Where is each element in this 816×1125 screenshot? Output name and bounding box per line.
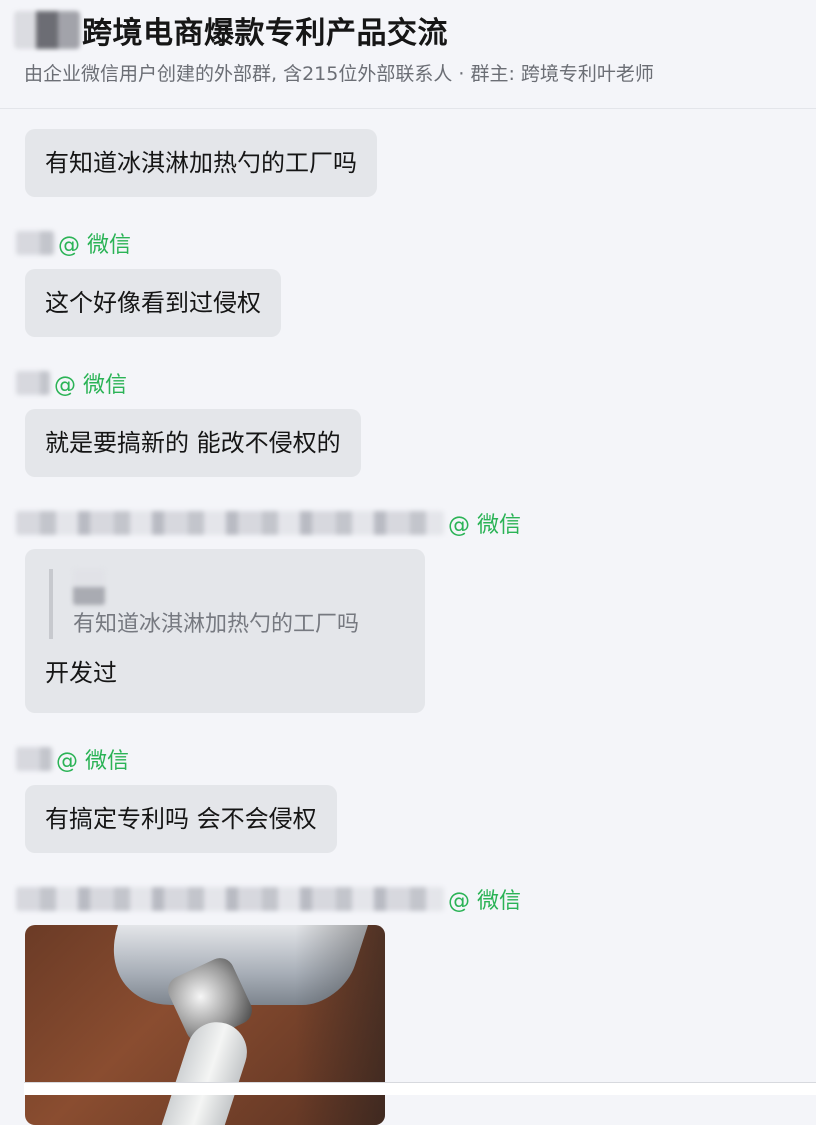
message-bubble-5[interactable]: 有搞定专利吗 会不会侵权 [25, 785, 337, 853]
message-bubble-1[interactable]: 有知道冰淇淋加热勺的工厂吗 [25, 129, 377, 197]
sender-name-blurred [16, 231, 54, 255]
message-text: 有知道冰淇淋加热勺的工厂吗 [45, 149, 357, 177]
message-text: 就是要搞新的 能改不侵权的 [45, 429, 341, 457]
sender-name-blurred [16, 371, 50, 395]
chat-header: 跨境电商爆款专利产品交流 由企业微信用户创建的外部群, 含215位外部联系人 ·… [0, 0, 816, 109]
group-subtitle: 由企业微信用户创建的外部群, 含215位外部联系人 · 群主: 跨境专利叶老师 [24, 63, 654, 85]
message-bubble-2[interactable]: 这个好像看到过侵权 [25, 269, 281, 337]
wechat-tag: @ 微信 [54, 373, 127, 398]
message-text: 开发过 [45, 659, 117, 687]
quoted-sender-blurred [73, 569, 105, 605]
message-text: 这个好像看到过侵权 [45, 289, 261, 317]
wechat-tag: @ 微信 [448, 513, 521, 538]
sender-name-blurred [16, 747, 52, 771]
sender-row-5[interactable]: @ 微信 [16, 744, 129, 774]
image-message-ice-cream-scoop-photo[interactable] [25, 925, 385, 1125]
quoted-text: 有知道冰淇淋加热勺的工厂吗 [73, 612, 360, 637]
sender-name-blurred [16, 511, 444, 535]
sender-row-4[interactable]: @ 微信 [16, 508, 521, 538]
wechat-tag: @ 微信 [448, 889, 521, 914]
message-bubble-4[interactable]: 有知道冰淇淋加热勺的工厂吗 开发过 [25, 549, 425, 713]
title-row: 跨境电商爆款专利产品交流 [14, 8, 448, 52]
chat-area: @ 微信 有知道冰淇淋加热勺的工厂吗 @ 微信 这个好像看到过侵权 @ 微信 就… [0, 0, 816, 1125]
group-title[interactable]: 跨境电商爆款专利产品交流 [82, 8, 448, 52]
sender-name-blurred [16, 887, 444, 911]
wechat-tag: @ 微信 [56, 749, 129, 774]
quoted-message[interactable]: 有知道冰淇淋加热勺的工厂吗 [49, 569, 405, 639]
sender-row-2[interactable]: @ 微信 [16, 228, 131, 258]
photo-shadow [295, 925, 385, 1125]
sender-row-3[interactable]: @ 微信 [16, 368, 127, 398]
input-bar-edge[interactable] [24, 1082, 816, 1095]
wechat-tag: @ 微信 [58, 233, 131, 258]
message-bubble-3[interactable]: 就是要搞新的 能改不侵权的 [25, 409, 361, 477]
sender-row-6[interactable]: @ 微信 [16, 884, 521, 914]
group-avatar-blurred[interactable] [14, 11, 80, 49]
photo-scoop-handle [151, 1014, 255, 1125]
message-text: 有搞定专利吗 会不会侵权 [45, 805, 317, 833]
